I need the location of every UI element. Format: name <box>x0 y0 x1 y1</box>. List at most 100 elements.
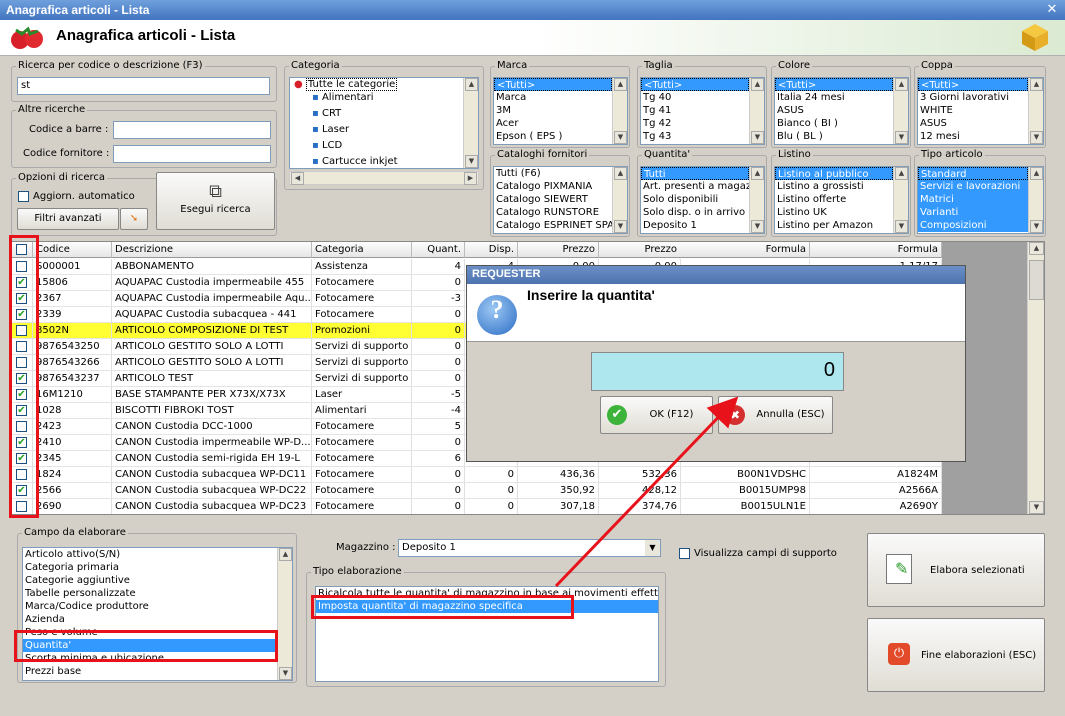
field-option[interactable]: Categoria primaria <box>23 561 277 574</box>
filter-option[interactable]: Matrici <box>918 193 1028 206</box>
filter-option[interactable]: Tutti (F6) <box>494 167 612 180</box>
table-row[interactable]: ✔ 2566 CANON Custodia subacquea WP-DC22 Fot… <box>12 483 942 499</box>
filter-option[interactable]: Marca <box>494 91 612 104</box>
category-tree-item[interactable]: ▪ Laser <box>290 123 478 136</box>
filter-option[interactable]: Art. presenti a magazzino <box>641 180 749 193</box>
filter-option[interactable]: <Tutti> <box>918 78 1028 91</box>
filter-list[interactable]: <Tutti> 3 Giorni lavorativi WHITE ASUS 12 me… <box>917 77 1044 145</box>
support-fields-checkbox[interactable] <box>679 548 690 559</box>
filter-option[interactable]: Varianti <box>918 206 1028 219</box>
filter-option[interactable]: Epson ( EPS ) <box>494 130 612 143</box>
filter-option[interactable]: Bianco ( BI ) <box>775 117 893 130</box>
filter-option[interactable]: Servizi e lavorazioni <box>918 180 1028 193</box>
filter-option[interactable]: Solo disponibili <box>641 193 749 206</box>
filter-option[interactable]: Solo disp. o in arrivo <box>641 206 749 219</box>
filter-option[interactable]: Catalogo RUNSTORE <box>494 206 612 219</box>
category-tree[interactable]: ● Tutte le categorie ▪ Alimentari ▪ CRT … <box>289 77 479 169</box>
filter-option[interactable]: Standard <box>918 167 1028 180</box>
search-input[interactable]: st <box>17 77 270 95</box>
field-option[interactable]: Marca/Codice produttore <box>23 600 277 613</box>
filter-option[interactable]: <Tutti> <box>641 78 749 91</box>
run-search-button[interactable]: ⧉ Esegui ricerca <box>156 172 275 230</box>
filter-list[interactable]: TuttiArt. presenti a magazzinoSolo dispo… <box>640 166 765 234</box>
grid-column-header[interactable]: Disp. <box>465 242 518 258</box>
filter-scrollbar[interactable]: ▲ ▼ <box>749 167 764 233</box>
filter-scrollbar[interactable]: ▲ ▼ <box>612 78 627 144</box>
filter-list[interactable]: Listino al pubblico Listino a grossisti Li… <box>774 166 909 234</box>
field-option[interactable]: Categorie aggiuntive <box>23 574 277 587</box>
field-list-scrollbar[interactable]: ▲ ▼ <box>277 548 292 680</box>
filter-option[interactable]: Listino UK <box>775 206 893 219</box>
grid-column-header[interactable]: Formula <box>680 242 810 258</box>
filter-scrollbar[interactable]: ▲ ▼ <box>612 167 627 233</box>
advanced-filters-button[interactable]: Filtri avanzati <box>17 208 119 230</box>
filter-option[interactable]: <Tutti> <box>775 78 893 91</box>
grid-scrollbar[interactable]: ▲ ▼ <box>1027 242 1044 514</box>
grid-column-header[interactable]: Categoria <box>312 242 412 258</box>
filter-option[interactable]: Italia 24 mesi <box>775 91 893 104</box>
filter-option[interactable]: Catalogo SIEWERT <box>494 193 612 206</box>
filter-option[interactable]: Blu ( BL ) <box>775 130 893 143</box>
filter-option[interactable]: ASUS <box>775 104 893 117</box>
filter-option[interactable]: Tg 40 <box>641 91 749 104</box>
table-row[interactable]: 1824 CANON Custodia subacquea WP-DC11 Foto… <box>12 467 942 483</box>
category-hscrollbar[interactable]: ◀ ▶ <box>289 171 479 185</box>
filter-option[interactable]: WHITE <box>918 104 1028 117</box>
filter-list[interactable]: Standard Servizi e lavorazioni Matrici Vari… <box>917 166 1044 234</box>
filter-option[interactable]: Deposito 1 <box>641 219 749 232</box>
filter-list[interactable]: <Tutti> Tg 40 Tg 41 Tg 42 Tg 43 ▲ ▼ <box>640 77 765 145</box>
filter-option[interactable]: Listino per Amazon <box>775 219 893 232</box>
filter-list[interactable]: <Tutti> Italia 24 mesi ASUS Bianco ( BI ) Bl… <box>774 77 909 145</box>
category-tree-item[interactable]: ▪ Cartucce inkjet <box>290 155 478 168</box>
advanced-filters-arrow-icon[interactable]: ➘ <box>120 208 148 230</box>
filter-option[interactable]: Listino a grossisti <box>775 180 893 193</box>
warehouse-select[interactable]: Deposito 1 ▼ <box>398 539 661 557</box>
close-icon[interactable]: ✕ <box>1043 2 1061 18</box>
category-scrollbar[interactable]: ▲ ▼ <box>463 78 478 168</box>
end-processing-button[interactable]: ⏻ Fine elaborazioni (ESC) <box>867 618 1045 692</box>
filter-option[interactable]: Tg 43 <box>641 130 749 143</box>
grid-column-header[interactable]: Descrizione <box>112 242 312 258</box>
field-option[interactable]: Articolo attivo(S/N) <box>23 548 277 561</box>
cube-icon[interactable] <box>1020 22 1050 55</box>
filter-option[interactable]: Catalogo ESPRINET SPA <box>494 219 612 232</box>
supplier-code-input[interactable] <box>113 145 271 163</box>
filter-option[interactable]: <Tutti> <box>494 78 612 91</box>
grid-column-header[interactable]: Prezzo <box>518 242 599 258</box>
filter-option[interactable]: Listino offerte <box>775 193 893 206</box>
field-option[interactable]: Azienda <box>23 613 277 626</box>
filter-scrollbar[interactable]: ▲ ▼ <box>749 78 764 144</box>
grid-column-header[interactable]: Quant. <box>412 242 465 258</box>
cancel-button[interactable]: ✖ Annulla (ESC) <box>718 396 833 434</box>
auto-update-checkbox[interactable] <box>18 191 29 202</box>
filter-option[interactable]: Composizioni <box>918 219 1028 232</box>
field-option[interactable]: Prezzi base <box>23 665 277 678</box>
filter-option[interactable]: Acer <box>494 117 612 130</box>
quantity-input[interactable]: 0 <box>591 352 844 391</box>
category-tree-item[interactable]: ▪ CRT <box>290 107 478 120</box>
filter-option[interactable]: 3 Giorni lavorativi <box>918 91 1028 104</box>
filter-option[interactable]: Catalogo PIXMANIA <box>494 180 612 193</box>
filter-list[interactable]: Tutti (F6) Catalogo PIXMANIA Catalogo SIEW… <box>493 166 628 234</box>
grid-column-header[interactable]: Prezzo <box>599 242 681 258</box>
barcode-input[interactable] <box>113 121 271 139</box>
filter-option[interactable]: 3M <box>494 104 612 117</box>
chevron-down-icon[interactable]: ▼ <box>645 540 660 556</box>
category-tree-item[interactable]: ● Tutte le categorie <box>290 78 478 91</box>
filter-list[interactable]: <Tutti> Marca 3M Acer Epson ( EPS ) ▲ ▼ <box>493 77 628 145</box>
filter-scrollbar[interactable]: ▲ ▼ <box>1028 167 1043 233</box>
filter-option[interactable]: Tg 42 <box>641 117 749 130</box>
filter-scrollbar[interactable]: ▲ ▼ <box>893 167 908 233</box>
grid-column-header[interactable]: Formula <box>810 242 942 258</box>
filter-option[interactable]: ASUS <box>918 117 1028 130</box>
filter-scrollbar[interactable]: ▲ ▼ <box>893 78 908 144</box>
grid-column-header[interactable]: Codice <box>33 242 112 258</box>
filter-option[interactable]: 12 mesi <box>918 130 1028 143</box>
field-option[interactable]: Tabelle personalizzate <box>23 587 277 600</box>
ok-button[interactable]: ✔ OK (F12) <box>600 396 713 434</box>
filter-option[interactable]: Listino al pubblico <box>775 167 893 180</box>
filter-option[interactable]: Tg 41 <box>641 104 749 117</box>
table-row[interactable]: 2690 CANON Custodia subacquea WP-DC23 Foto… <box>12 499 942 514</box>
category-tree-item[interactable]: ▪ LCD <box>290 139 478 152</box>
filter-scrollbar[interactable]: ▲ ▼ <box>1028 78 1043 144</box>
